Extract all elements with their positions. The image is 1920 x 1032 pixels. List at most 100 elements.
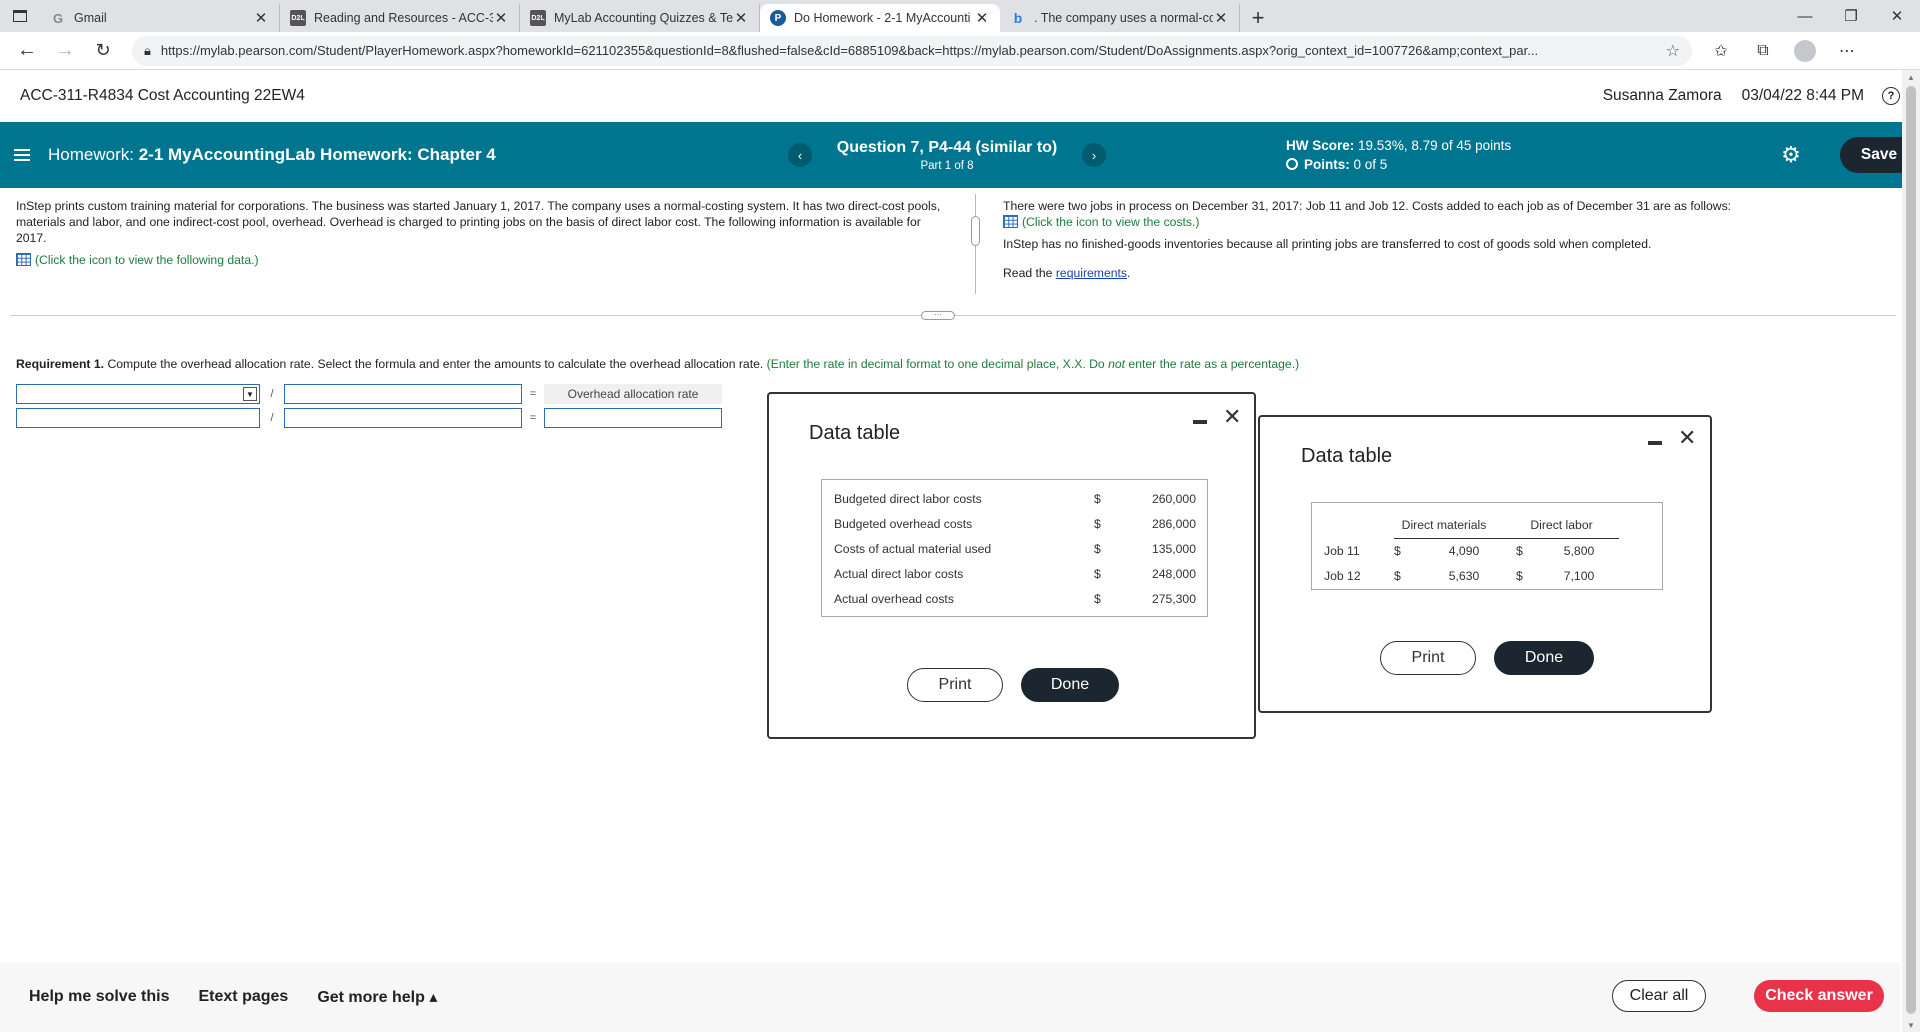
url-field[interactable]: 🔒︎ https://mylab.pearson.com/Student/Pla…	[132, 35, 1692, 66]
table-cell-label: Budgeted direct labor costs	[834, 491, 982, 506]
profile-avatar[interactable]	[1794, 39, 1816, 62]
browser-tab[interactable]: D2L MyLab Accounting Quizzes & Te ✕	[520, 4, 760, 32]
table-cell-cur1: $	[1394, 568, 1401, 583]
dropdown-arrow-icon[interactable]: ▼	[243, 387, 257, 401]
rate-result-input[interactable]	[544, 408, 722, 428]
done-button[interactable]: Done	[1494, 641, 1594, 675]
prev-question-button[interactable]: ‹	[788, 143, 812, 167]
question-navigator: ‹ Question 7, P4-44 (similar to) Part 1 …	[788, 139, 1106, 172]
close-tab-icon[interactable]: ✕	[493, 9, 509, 27]
get-more-help-link[interactable]: Get more help ▴	[317, 987, 437, 1007]
help-me-solve-link[interactable]: Help me solve this	[29, 988, 170, 1006]
table-row: Costs of actual material used $135,000	[834, 536, 1196, 561]
data-link-text[interactable]: (Click the icon to view the following da…	[35, 253, 259, 267]
close-window-icon[interactable]: ✕	[1874, 0, 1920, 32]
job-costs-table: Direct materials Direct labor Job 11 $4,090…	[1311, 502, 1663, 590]
tab-title: MyLab Accounting Quizzes & Te	[554, 11, 733, 25]
browser-tab-bar: G Gmail ✕ D2L Reading and Resources - ACC-31…	[0, 0, 1920, 32]
close-tab-icon[interactable]: ✕	[733, 9, 749, 27]
costs-link-text[interactable]: (Click the icon to view the costs.)	[1022, 215, 1199, 229]
table-row: Actual overhead costs $275,300	[834, 586, 1196, 611]
read-prefix: Read the	[1003, 266, 1053, 280]
vertical-resize-handle[interactable]	[971, 216, 980, 246]
popup-title: Data table	[809, 422, 901, 444]
table-cell-job: Job 11	[1324, 543, 1360, 558]
equals-sign: =	[529, 412, 537, 424]
browser-tab[interactable]: G Gmail ✕	[40, 4, 280, 32]
horizontal-resize-handle[interactable]: ···	[921, 311, 955, 320]
table-cell-cur1: $	[1394, 543, 1401, 558]
requirements-link[interactable]: requirements	[1056, 266, 1127, 280]
scroll-up-icon[interactable]: ▲	[1907, 73, 1915, 82]
close-tab-icon[interactable]: ✕	[1213, 9, 1229, 27]
formula-denominator-input[interactable]	[284, 384, 522, 404]
scroll-thumb[interactable]	[1906, 86, 1916, 1014]
numerator-amount-input[interactable]	[16, 408, 260, 428]
done-button[interactable]: Done	[1021, 668, 1119, 702]
homework-bar: Homework: 2-1 MyAccountingLab Homework: …	[0, 122, 1920, 188]
table-cell-dl: 7,100	[1563, 568, 1595, 583]
hint-part-a: (Enter the rate in decimal format to one…	[766, 357, 1105, 371]
lock-icon[interactable]: 🔒︎	[144, 43, 151, 59]
data-table-icon[interactable]	[16, 253, 31, 266]
menu-icon[interactable]	[14, 146, 30, 164]
restore-icon[interactable]: ❐	[1828, 0, 1874, 32]
tab-actions-icon[interactable]	[0, 0, 40, 32]
more-options-icon[interactable]: ⋯	[1826, 35, 1868, 67]
page-scrollbar[interactable]: ▲ ▼	[1902, 70, 1920, 1032]
homework-name: 2-1 MyAccountingLab Homework: Chapter 4	[138, 145, 496, 164]
browser-tab[interactable]: b . The company uses a normal-co ✕	[1000, 4, 1240, 32]
points-value: 0 of 5	[1353, 157, 1388, 172]
column-header: Direct labor	[1504, 513, 1619, 539]
denominator-amount-input[interactable]	[284, 408, 522, 428]
table-cell-job: Job 12	[1324, 568, 1361, 583]
check-answer-button[interactable]: Check answer	[1754, 980, 1884, 1012]
settings-gear-icon[interactable]: ⚙	[1766, 142, 1816, 168]
address-bar-row: ← → ↻ 🔒︎ https://mylab.pearson.com/Stude…	[0, 32, 1920, 70]
table-header-row: Direct materials Direct labor	[1324, 513, 1619, 539]
costs-link[interactable]: (Click the icon to view the costs.)	[1003, 214, 1903, 230]
forward-arrow-icon[interactable]: →	[46, 35, 84, 67]
scroll-down-icon[interactable]: ▼	[1907, 1021, 1915, 1030]
minimize-icon[interactable]: —	[1782, 0, 1828, 32]
table-cell-dm: 5,630	[1448, 568, 1480, 583]
data-link[interactable]: (Click the icon to view the following da…	[16, 252, 946, 268]
back-arrow-icon[interactable]: ←	[8, 35, 46, 67]
question-info[interactable]: Question 7, P4-44 (similar to) Part 1 of…	[812, 139, 1082, 172]
favorite-star-icon[interactable]: ☆	[1666, 41, 1680, 61]
minimize-popup-icon[interactable]	[1648, 441, 1662, 445]
close-tab-icon[interactable]: ✕	[974, 9, 990, 27]
close-popup-icon[interactable]: ✕	[1678, 425, 1696, 451]
tab-favicon-icon: G	[52, 10, 64, 26]
close-popup-icon[interactable]: ✕	[1223, 404, 1241, 430]
print-button[interactable]: Print	[1380, 641, 1476, 675]
print-button[interactable]: Print	[907, 668, 1003, 702]
formula-row: ▼ / = Overhead allocation rate	[16, 384, 722, 404]
help-icon[interactable]: ?	[1882, 87, 1900, 105]
close-tab-icon[interactable]: ✕	[253, 9, 269, 27]
requirement-instructions: Requirement 1. Compute the overhead allo…	[16, 357, 1299, 371]
table-row: Actual direct labor costs $248,000	[834, 561, 1196, 586]
formula-numerator-select[interactable]: ▼	[16, 384, 260, 404]
clear-all-button[interactable]: Clear all	[1612, 980, 1706, 1012]
browser-tab[interactable]: D2L Reading and Resources - ACC-31 ✕	[280, 4, 520, 32]
table-cell-value: 275,300	[1151, 591, 1196, 606]
costs-table-icon[interactable]	[1003, 215, 1018, 228]
table-cell-value: 260,000	[1151, 491, 1196, 506]
collections-icon[interactable]: ⧉	[1742, 35, 1784, 67]
browser-tab[interactable]: P Do Homework - 2-1 MyAccounti ✕	[760, 4, 1000, 32]
favorites-icon[interactable]: ✩	[1700, 35, 1742, 67]
next-question-button[interactable]: ›	[1082, 143, 1106, 167]
minimize-popup-icon[interactable]	[1193, 420, 1207, 424]
course-header: ACC-311-R4834 Cost Accounting 22EW4 Susa…	[0, 70, 1920, 122]
part-label: Part 1 of 8	[920, 159, 974, 172]
reload-icon[interactable]: ↻	[84, 35, 122, 67]
etext-pages-link[interactable]: Etext pages	[199, 988, 289, 1006]
new-tab-icon[interactable]: +	[1240, 4, 1276, 32]
table-cell-cur2: $	[1516, 543, 1523, 558]
url-text: https://mylab.pearson.com/Student/Player…	[160, 43, 1539, 58]
header-blank	[1324, 513, 1394, 538]
table-row: Budgeted overhead costs $286,000	[834, 511, 1196, 536]
read-suffix: .	[1127, 266, 1131, 280]
hint-not: not	[1108, 357, 1126, 371]
